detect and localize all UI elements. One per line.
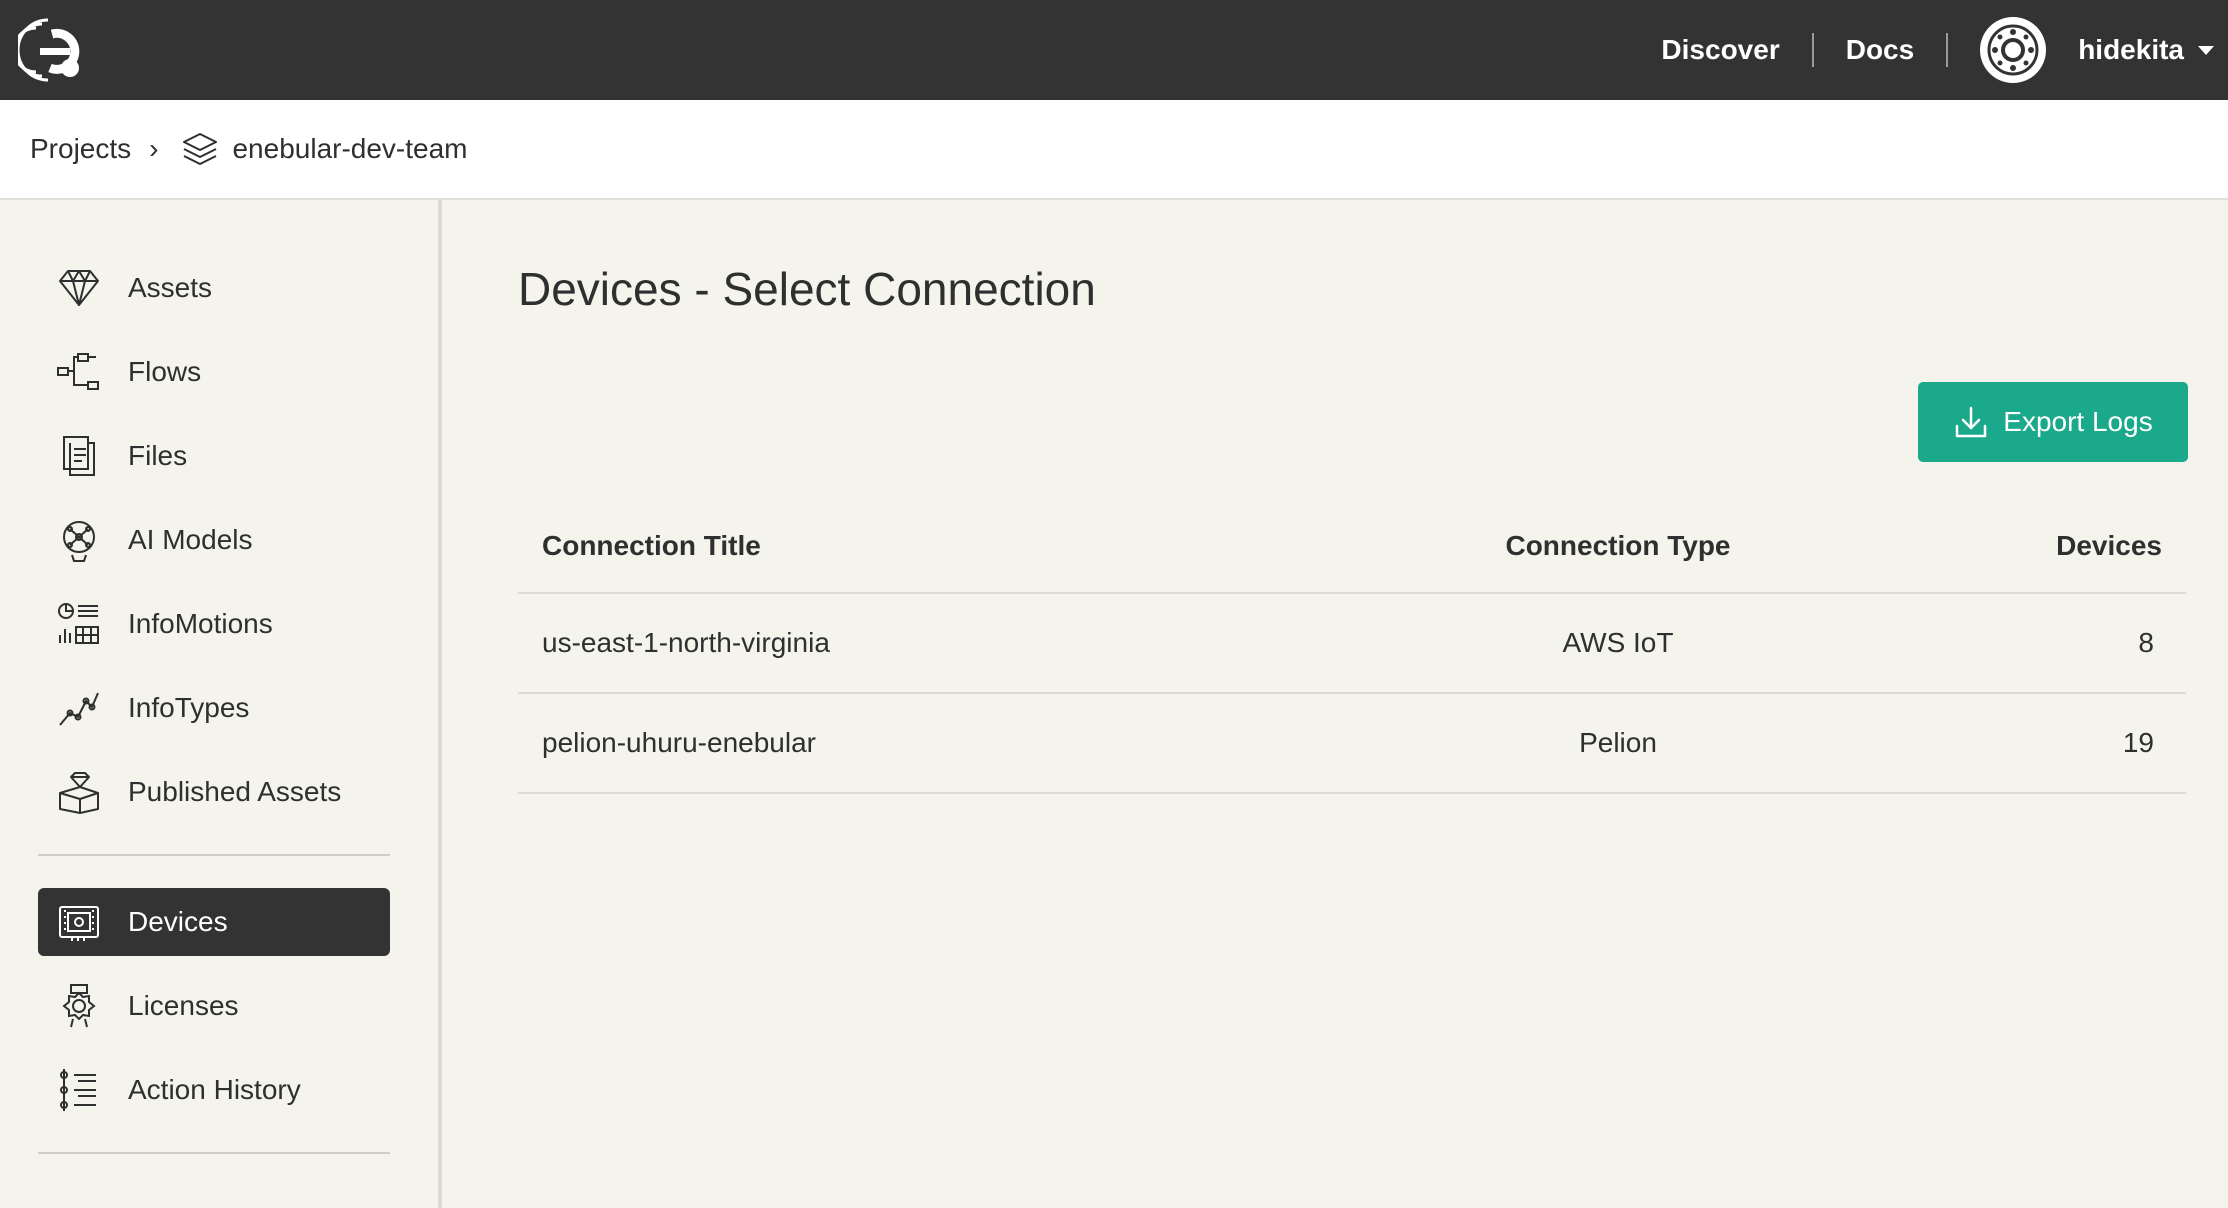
sidebar-item-label: InfoMotions: [128, 608, 273, 639]
sidebar-item-infotypes[interactable]: InfoTypes: [38, 674, 390, 742]
breadcrumb-current[interactable]: enebular-dev-team: [232, 133, 467, 165]
device-count-cell: 8: [2138, 627, 2154, 658]
sidebar-item-files[interactable]: Files: [38, 422, 390, 490]
sidebar-item-label: Licenses: [128, 990, 239, 1021]
action-history-icon: [56, 1067, 102, 1113]
breadcrumb-separator: ›: [149, 133, 159, 164]
table-row[interactable]: us-east-1-north-virginia AWS IoT 8: [518, 594, 2186, 694]
sidebar-item-label: Action History: [128, 1074, 301, 1105]
sidebar-item-infomotions[interactable]: InfoMotions: [38, 590, 390, 658]
page-title: Devices - Select Connection: [518, 263, 1096, 315]
column-header-title[interactable]: Connection Title: [518, 530, 1218, 562]
sidebar-divider: [38, 854, 390, 856]
connection-type-cell: AWS IoT: [1562, 627, 1674, 658]
sidebar-item-label: AI Models: [128, 524, 253, 555]
nav-divider: [1811, 33, 1814, 67]
sidebar-item-devices[interactable]: Devices: [38, 888, 390, 956]
top-nav: Discover Docs hidekita: [1661, 0, 2228, 100]
layers-icon: [183, 133, 218, 165]
connections-table: Connection Title Connection Type Devices…: [518, 500, 2186, 794]
export-logs-label: Export Logs: [2003, 406, 2153, 437]
license-icon: [56, 983, 102, 1029]
sidebar-item-licenses[interactable]: Licenses: [38, 972, 390, 1040]
enebular-logo-icon[interactable]: [18, 14, 90, 86]
sidebar-item-ai-models[interactable]: AI Models: [38, 506, 390, 574]
flow-icon: [56, 349, 102, 395]
connection-title-cell[interactable]: pelion-uhuru-enebular: [518, 727, 1218, 759]
table-header-row: Connection Title Connection Type Devices: [518, 500, 2186, 594]
sidebar-divider: [38, 1152, 390, 1154]
nav-docs-link[interactable]: Docs: [1846, 34, 1914, 66]
device-icon: [56, 899, 102, 945]
table-row[interactable]: pelion-uhuru-enebular Pelion 19: [518, 694, 2186, 794]
sidebar-item-label: Files: [128, 440, 188, 471]
breadcrumb-projects-link[interactable]: Projects: [30, 133, 131, 165]
user-menu[interactable]: hidekita: [2078, 34, 2214, 66]
sidebar: Assets Flows Files AI Models InfoMotions…: [0, 200, 442, 1208]
top-bar: Discover Docs hidekita: [0, 0, 2228, 100]
caret-down-icon: [2198, 45, 2214, 55]
connection-type-cell: Pelion: [1579, 727, 1657, 758]
sidebar-item-label: Devices: [128, 906, 228, 937]
infomotions-icon: [56, 601, 102, 647]
nav-discover-link[interactable]: Discover: [1661, 34, 1779, 66]
sidebar-item-label: Assets: [128, 272, 213, 303]
sidebar-item-label: Flows: [128, 356, 202, 387]
connection-title-cell[interactable]: us-east-1-north-virginia: [518, 627, 1218, 659]
sidebar-item-action-history[interactable]: Action History: [38, 1056, 390, 1124]
sidebar-item-published-assets[interactable]: Published Assets: [38, 758, 390, 826]
sidebar-item-label: InfoTypes: [128, 692, 250, 723]
column-header-type[interactable]: Connection Type: [1218, 530, 1918, 562]
sidebar-item-flows[interactable]: Flows: [38, 338, 390, 406]
username-label: hidekita: [2078, 34, 2184, 65]
files-icon: [56, 433, 102, 479]
sidebar-item-label: Published Assets: [128, 776, 342, 807]
infotypes-icon: [56, 685, 102, 731]
breadcrumb: Projects › enebular-dev-team: [0, 100, 2228, 200]
nav-divider: [1946, 33, 1949, 67]
device-count-cell: 19: [2122, 727, 2154, 758]
main-content: Devices - Select Connection Export Logs …: [446, 200, 2228, 1208]
avatar[interactable]: [1980, 17, 2047, 83]
sidebar-item-assets[interactable]: Assets: [38, 254, 390, 322]
ai-model-icon: [56, 517, 102, 563]
avatar-icon: [1987, 24, 2039, 76]
published-assets-icon: [56, 769, 102, 815]
download-icon: [1956, 406, 1987, 438]
export-logs-button[interactable]: Export Logs: [1918, 382, 2188, 462]
column-header-devices[interactable]: Devices: [1918, 530, 2186, 562]
diamond-icon: [56, 265, 102, 311]
